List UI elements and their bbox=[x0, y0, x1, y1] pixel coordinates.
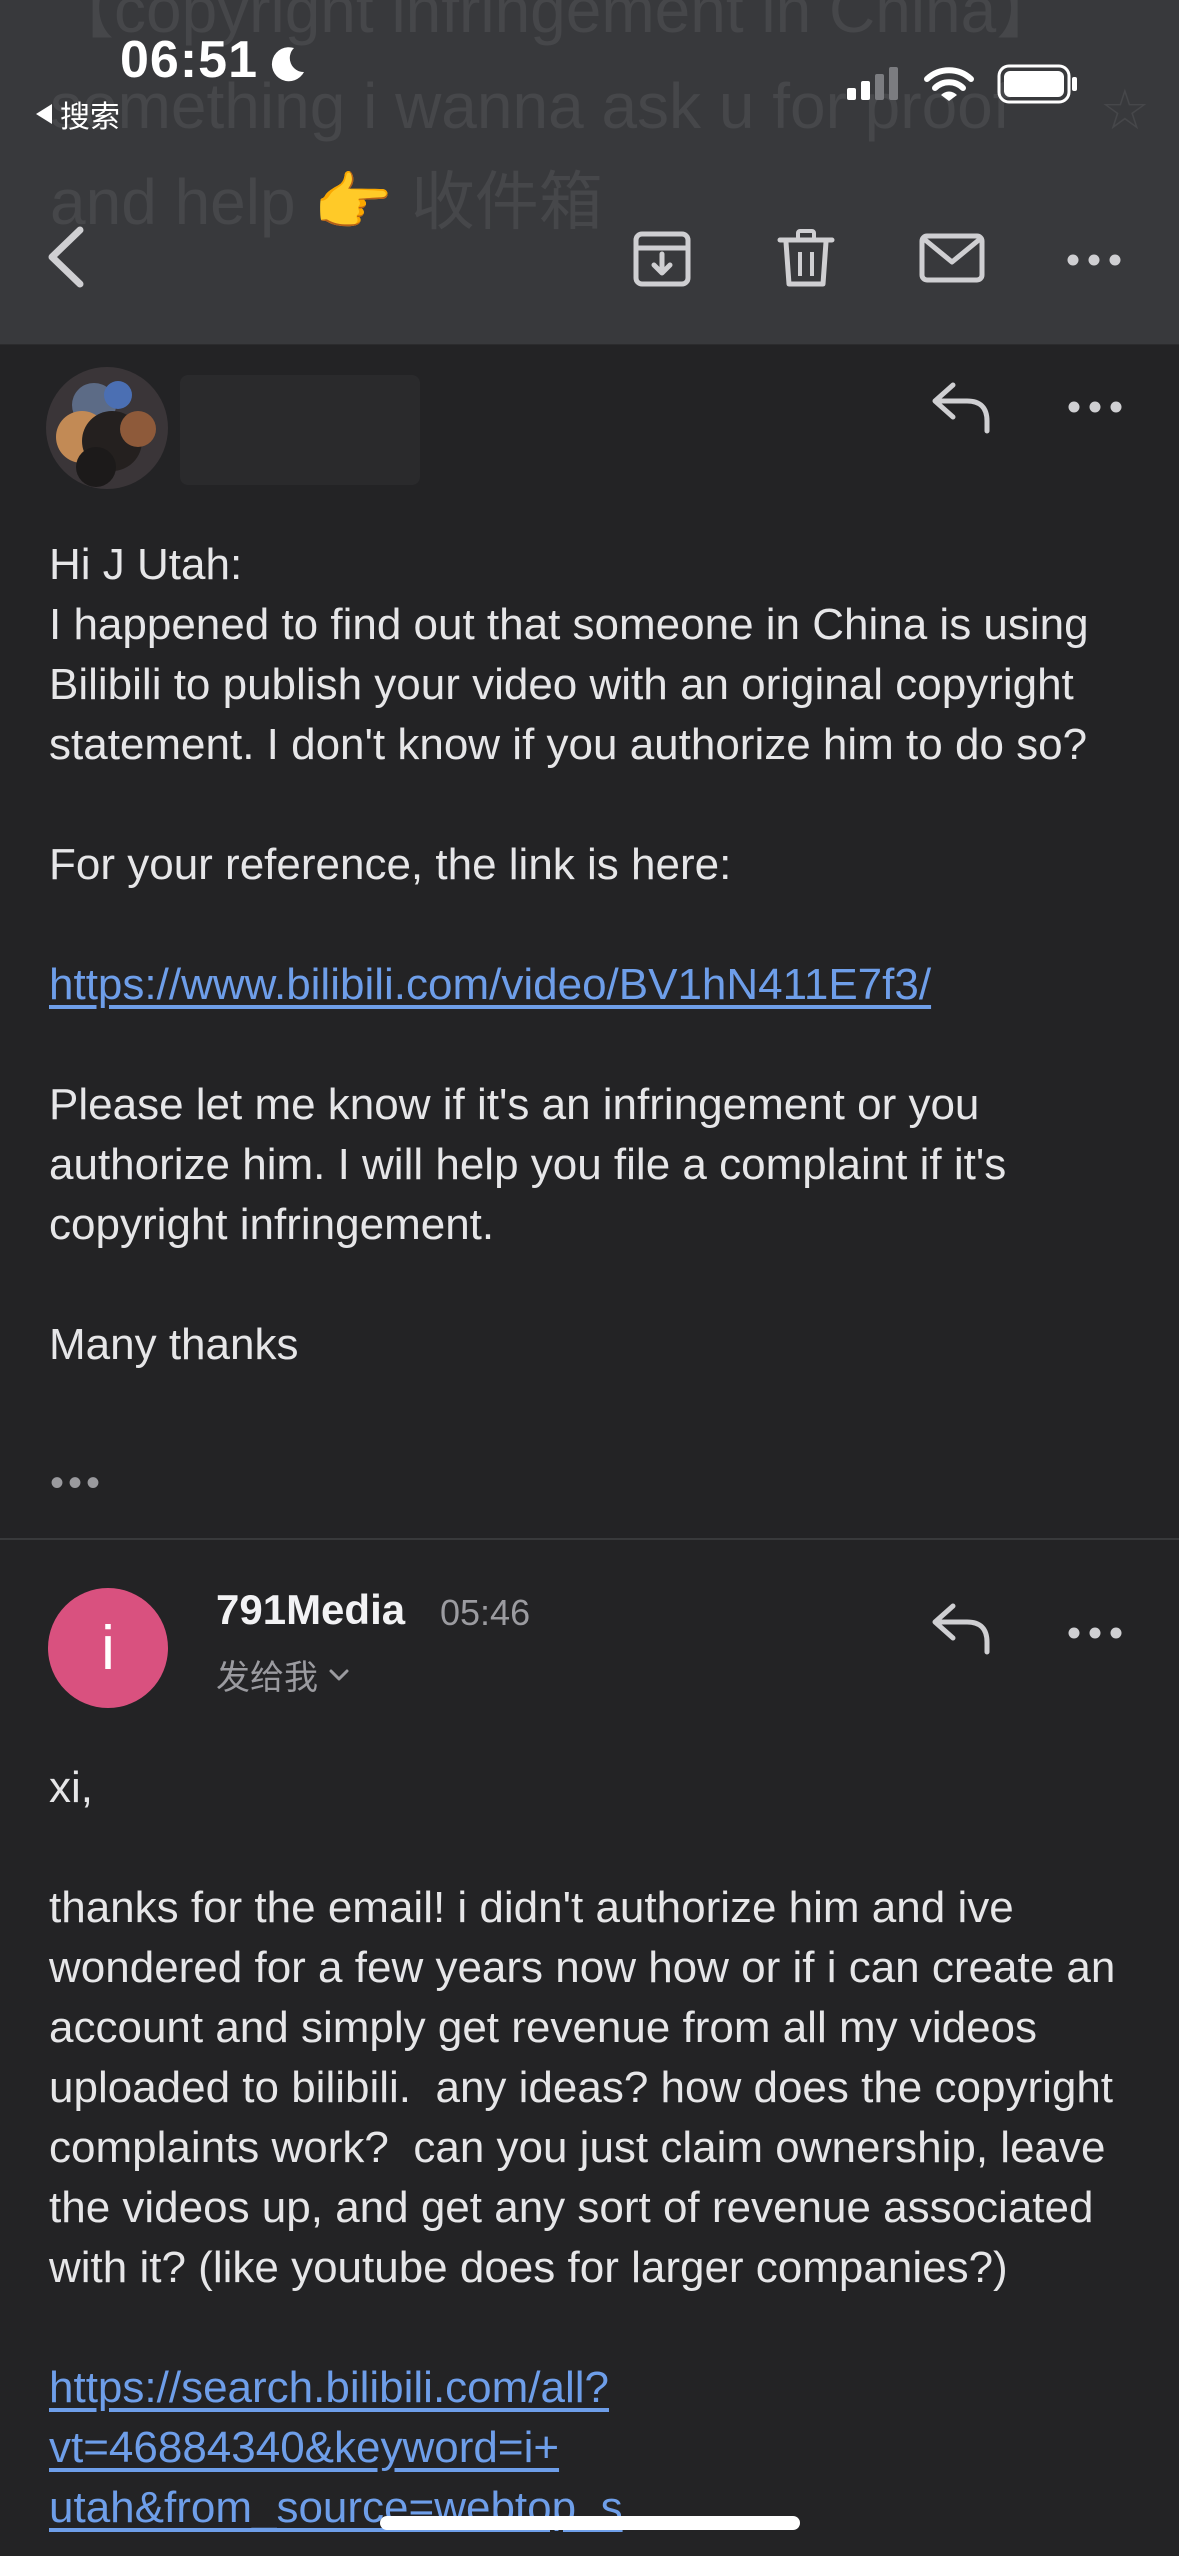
recipient-label: 发给我 bbox=[216, 1659, 318, 1697]
sender-name[interactable]: 791Media bbox=[216, 1586, 405, 1634]
chevron-left-icon[interactable] bbox=[40, 222, 96, 292]
reply-icon[interactable] bbox=[929, 1600, 993, 1656]
body-greeting: xi, bbox=[49, 1763, 93, 1812]
back-to-search-label: 搜索 bbox=[60, 101, 120, 134]
body-paragraph: I happened to find out that someone in C… bbox=[49, 600, 1089, 769]
avatar[interactable] bbox=[46, 367, 168, 489]
signal-icon bbox=[847, 67, 898, 100]
avatar[interactable]: i bbox=[48, 1588, 168, 1708]
body-paragraph: Please let me know if it's an infringeme… bbox=[49, 1080, 1007, 1249]
body-greeting: Hi J Utah: bbox=[49, 540, 243, 589]
header-bar: 【copyright infringement in China】 someth… bbox=[0, 0, 1179, 345]
email-body: xi, thanks for the email! i didn't autho… bbox=[49, 1758, 1139, 2538]
email-body: Hi J Utah: I happened to find out that s… bbox=[49, 535, 1139, 1375]
bilibili-video-link[interactable]: https://www.bilibili.com/video/BV1hN411E… bbox=[49, 960, 931, 1009]
show-quoted-text-button[interactable]: ••• bbox=[50, 1463, 104, 1503]
email-message: i 791Media 05:46 发给我 xi, thanks for the … bbox=[0, 1540, 1179, 2556]
moon-icon bbox=[271, 47, 304, 82]
body-paragraph: thanks for the email! i didn't authorize… bbox=[49, 1883, 1128, 2292]
trash-icon[interactable] bbox=[774, 226, 838, 290]
archive-icon[interactable] bbox=[630, 226, 694, 290]
status-time: 06:51 bbox=[120, 31, 258, 89]
bilibili-search-link[interactable]: vt=46884340&keyword=i+ bbox=[49, 2423, 559, 2472]
home-indicator[interactable] bbox=[380, 2516, 800, 2530]
star-icon[interactable]: ☆ bbox=[1100, 62, 1150, 158]
reply-icon[interactable] bbox=[929, 379, 993, 435]
sender-redacted bbox=[180, 375, 420, 485]
more-icon[interactable] bbox=[1067, 1623, 1123, 1643]
more-icon[interactable] bbox=[1067, 397, 1123, 417]
wifi-icon bbox=[924, 67, 974, 101]
email-message: Hi J Utah: I happened to find out that s… bbox=[0, 345, 1179, 1540]
body-paragraph: For your reference, the link is here: bbox=[49, 840, 732, 889]
body-closing: Many thanks bbox=[49, 1320, 299, 1369]
back-to-search[interactable]: 搜索 bbox=[36, 92, 120, 136]
mail-icon[interactable] bbox=[918, 226, 986, 290]
recipient-toggle[interactable]: 发给我 bbox=[216, 1650, 350, 1699]
back-triangle-icon bbox=[36, 104, 52, 124]
more-icon[interactable] bbox=[1066, 226, 1122, 290]
bilibili-search-link[interactable]: https://search.bilibili.com/all? bbox=[49, 2363, 609, 2412]
status-indicators bbox=[845, 64, 1079, 104]
chevron-down-icon bbox=[329, 1669, 349, 1680]
battery-icon bbox=[997, 64, 1077, 104]
message-time: 05:46 bbox=[440, 1592, 531, 1633]
